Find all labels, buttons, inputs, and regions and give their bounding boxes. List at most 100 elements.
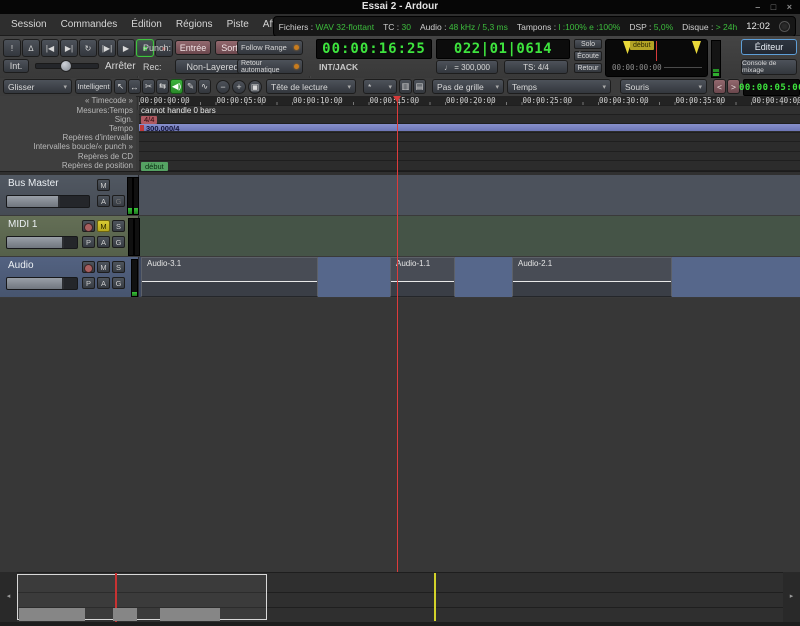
track-shrink-button[interactable]: ▥: [399, 79, 412, 94]
audio-header[interactable]: Audio M S P A G: [0, 257, 139, 297]
ruler-label-signature[interactable]: Sign.: [0, 115, 136, 124]
tool-draw-button[interactable]: ✎: [184, 79, 197, 94]
summary-strip[interactable]: [0, 572, 800, 623]
summary-scroll-left[interactable]: ◂: [0, 572, 17, 622]
track-name[interactable]: Audio: [8, 260, 34, 271]
mute-button[interactable]: M: [97, 220, 110, 232]
playhead[interactable]: [397, 96, 398, 572]
menu-item-commandes[interactable]: Commandes: [54, 14, 125, 35]
shuttle-thumb[interactable]: [60, 60, 72, 72]
solo-button[interactable]: Solo: [574, 39, 602, 49]
signature-tag[interactable]: 4/4: [141, 116, 157, 124]
midi-1-header[interactable]: MIDI 1 M S P A G: [0, 216, 139, 256]
tool-audition-button[interactable]: ◀): [170, 79, 183, 94]
audio-lane[interactable]: Audio-3.1Audio-1.1Audio-2.1: [139, 257, 800, 297]
go-start-button[interactable]: |◀: [41, 39, 59, 57]
zoom-out-button[interactable]: −: [216, 80, 230, 94]
ruler-label-loop-punch[interactable]: Intervalles boucle/« punch »: [0, 142, 136, 152]
automation-button[interactable]: A: [97, 277, 110, 289]
gain-fader[interactable]: [6, 195, 90, 208]
solo-button[interactable]: S: [112, 220, 125, 232]
mute-button[interactable]: M: [97, 261, 110, 273]
tool-content-button[interactable]: ∿: [198, 79, 211, 94]
playhead-head[interactable]: [393, 96, 401, 102]
ruler-label-cd-markers[interactable]: Repères de CD: [0, 152, 136, 161]
record-enable-button[interactable]: [82, 261, 95, 273]
zoom-in-button[interactable]: +: [232, 80, 246, 94]
summary-scroll-right[interactable]: ▸: [783, 572, 800, 622]
group-button[interactable]: G: [112, 195, 125, 207]
edit-point-dropdown[interactable]: Souris: [620, 79, 707, 94]
ruler-label-position-markers[interactable]: Repères de position: [0, 161, 136, 171]
return-button[interactable]: Retour: [574, 63, 602, 73]
gain-fader[interactable]: [6, 277, 78, 290]
edit-mode-dropdown[interactable]: Glisser: [3, 79, 72, 94]
grid-mode-dropdown[interactable]: Pas de grille: [432, 79, 504, 94]
tool-stretch-button[interactable]: ⇆: [156, 79, 169, 94]
ruler-cd-markers-canvas[interactable]: [139, 152, 800, 161]
group-button[interactable]: G: [112, 236, 125, 248]
start-marker[interactable]: début: [141, 162, 168, 171]
editor-canvas[interactable]: [0, 298, 800, 572]
menu-item-session[interactable]: Session: [4, 14, 54, 35]
play-button[interactable]: ▶: [117, 39, 135, 57]
mini-timeline[interactable]: début 00:00:00:00: [605, 39, 708, 77]
ruler-timecode-canvas[interactable]: 00:00:00:0000:00:05:0000:00:10:0000:00:1…: [139, 96, 800, 106]
tempo-button[interactable]: ♩ = 300,000: [436, 60, 498, 74]
mixer-button[interactable]: Console de mixage: [741, 59, 797, 75]
automation-button[interactable]: A: [97, 236, 110, 248]
editor-button[interactable]: Éditeur: [741, 39, 797, 55]
sync-int-button[interactable]: Int.: [3, 59, 29, 73]
loop-button[interactable]: ↻: [79, 39, 97, 57]
auto-return-button[interactable]: Retour automatique: [237, 59, 303, 74]
grid-unit-dropdown[interactable]: Temps: [507, 79, 611, 94]
bus-master-header[interactable]: Bus Master M A G: [0, 175, 139, 215]
record-enable-button[interactable]: [82, 220, 95, 232]
menu-item-piste[interactable]: Piste: [220, 14, 256, 35]
zoom-fit-button[interactable]: ▣: [248, 80, 262, 94]
metronome-button[interactable]: ∆: [22, 39, 40, 57]
mini-timeline-marker[interactable]: début: [630, 41, 654, 50]
gain-fader[interactable]: [6, 236, 78, 249]
play-range-button[interactable]: |▶|: [98, 39, 116, 57]
menu-item-régions[interactable]: Régions: [169, 14, 220, 35]
region-audio-2.1[interactable]: Audio-2.1: [512, 257, 672, 297]
menu-item-édition[interactable]: Édition: [124, 14, 169, 35]
go-end-button[interactable]: ▶|: [60, 39, 78, 57]
ruler-label-range-markers[interactable]: Repères d'intervalle: [0, 133, 136, 142]
tool-range-button[interactable]: ↔: [128, 79, 141, 94]
zoom-focus-dropdown[interactable]: Tête de lecture: [266, 79, 356, 94]
ruler-bars-canvas[interactable]: cannot handle 0 bars: [139, 106, 800, 115]
track-name[interactable]: MIDI 1: [8, 219, 37, 230]
nudge-back-button[interactable]: <: [713, 79, 726, 94]
ruler-label-bars[interactable]: Mesures:Temps: [0, 106, 136, 115]
tempo-bar[interactable]: [139, 124, 800, 131]
meter-button[interactable]: TS: 4/4: [504, 60, 568, 74]
track-name[interactable]: Bus Master: [8, 178, 59, 189]
playlist-button[interactable]: P: [82, 236, 95, 248]
midi-panic-button[interactable]: !: [3, 39, 21, 57]
ruler-range-markers-canvas[interactable]: [139, 133, 800, 142]
bus-master-lane[interactable]: [139, 175, 800, 215]
punch-in-button[interactable]: Entrée: [175, 40, 211, 55]
ruler-label-timecode[interactable]: « Timecode »: [0, 96, 136, 106]
mute-button[interactable]: M: [97, 179, 110, 191]
solo-button[interactable]: S: [112, 261, 125, 273]
ruler-signature-canvas[interactable]: 4/4: [139, 115, 800, 124]
primary-clock[interactable]: 00:00:16:25: [316, 39, 432, 59]
listen-button[interactable]: Écoute: [574, 51, 602, 61]
track-expand-button[interactable]: ▤: [413, 79, 426, 94]
shuttle-slider[interactable]: [35, 63, 99, 69]
nudge-clock[interactable]: 00:00:05:00: [743, 79, 800, 96]
group-button[interactable]: G: [112, 277, 125, 289]
sync-source-label[interactable]: INT/JACK: [319, 62, 358, 72]
title-bar[interactable]: Essai 2 - Ardour – □ ×: [0, 0, 800, 14]
marker-menu-dropdown[interactable]: *: [363, 79, 397, 94]
ruler-label-tempo[interactable]: Tempo: [0, 124, 136, 133]
smart-mode-button[interactable]: Intelligent: [75, 79, 112, 94]
ruler-position-markers-canvas[interactable]: début: [139, 161, 800, 171]
midi-1-lane[interactable]: [139, 216, 800, 256]
playlist-button[interactable]: P: [82, 277, 95, 289]
tool-cut-button[interactable]: ✂: [142, 79, 155, 94]
automation-button[interactable]: A: [97, 195, 110, 207]
